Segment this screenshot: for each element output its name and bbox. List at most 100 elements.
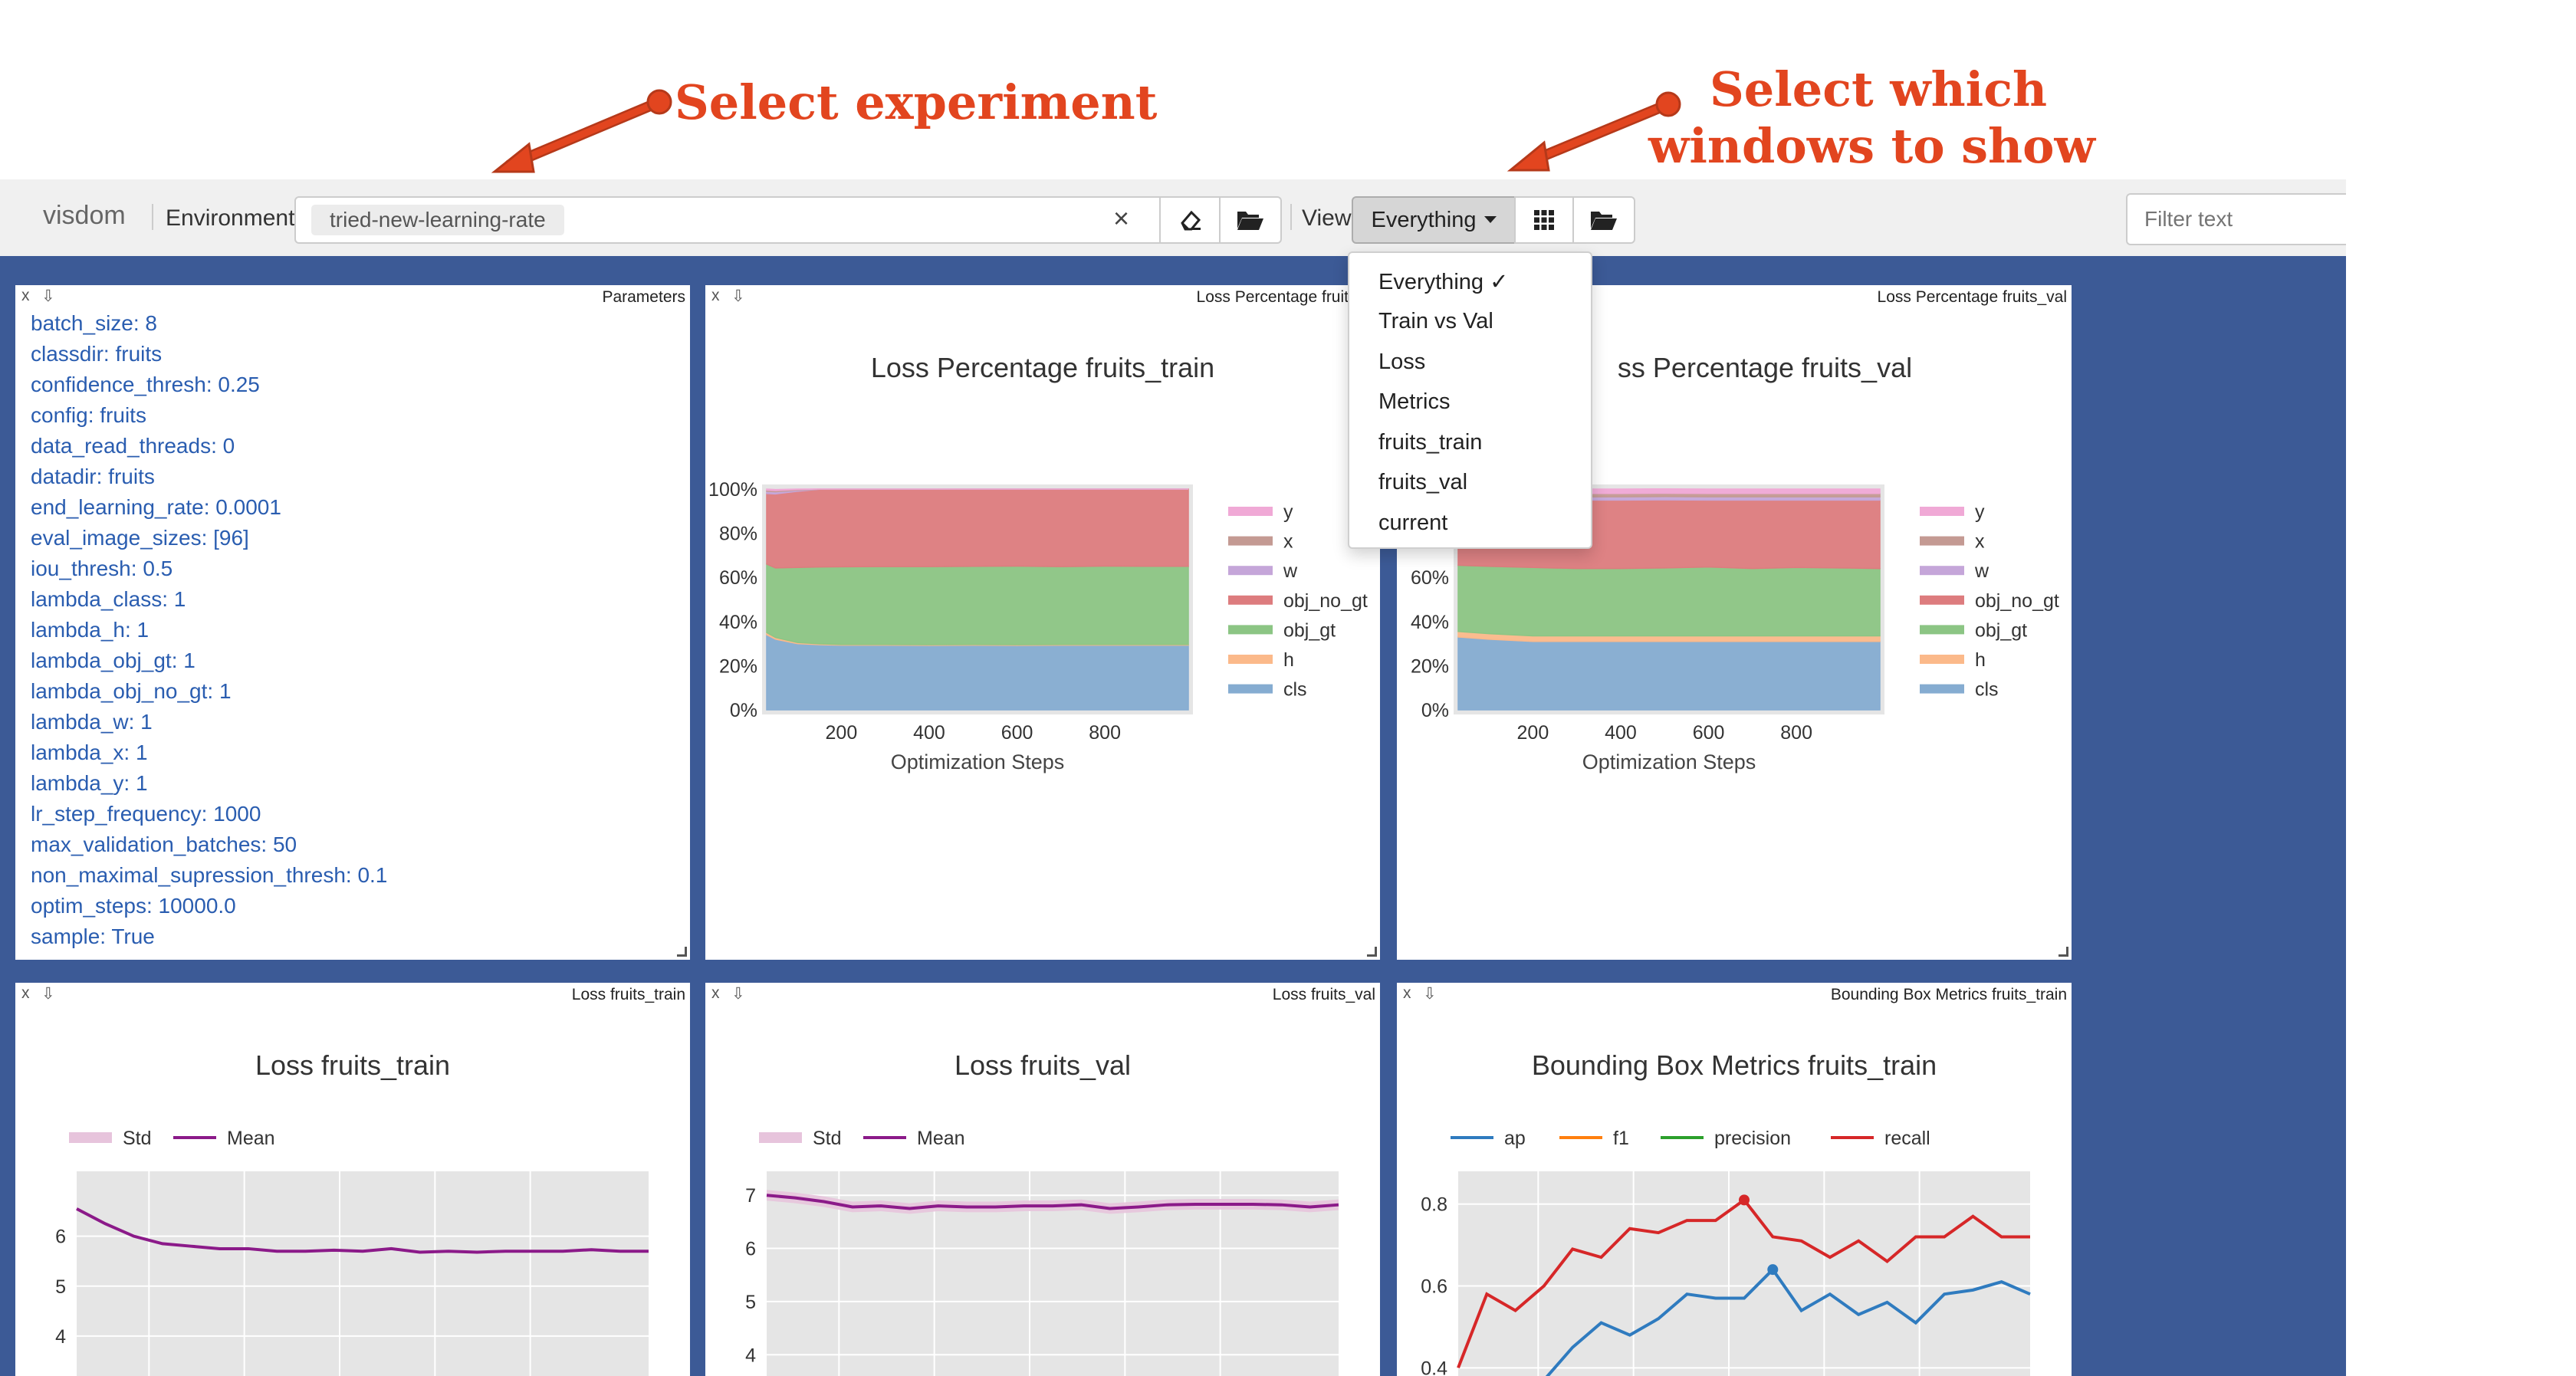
legend-label-cls: cls	[1975, 679, 1999, 701]
bbox-metrics-train-chart[interactable]: Bounding Box Metrics fruits_train 0.4 0.6 0…	[1397, 983, 2072, 1376]
param-line: batch_size: 8	[31, 311, 157, 335]
legend-swatch-w	[1228, 566, 1273, 576]
loss-percentage-train-pane[interactable]: x ⇩ Loss Percentage fruits_tr Loss Perce…	[705, 285, 1380, 960]
resize-handle[interactable]	[2058, 947, 2068, 957]
view-dropdown-menu: Everything ✓ Train vs Val Loss Metrics f…	[1348, 251, 1592, 549]
view-option-fruits-train[interactable]: fruits_train	[1378, 430, 1482, 455]
y-tick-label: 5	[745, 1292, 756, 1313]
chart-title: Loss Percentage fruits_train	[871, 352, 1214, 383]
y-tick-label: 7	[745, 1185, 756, 1207]
chart-title: Loss fruits_train	[255, 1049, 450, 1081]
legend-label-x: x	[1283, 531, 1293, 553]
area-cls	[766, 633, 1189, 711]
param-line: lambda_y: 1	[31, 771, 148, 795]
legend-label-h: h	[1975, 649, 1986, 671]
view-option-fruits-val[interactable]: fruits_val	[1378, 470, 1467, 495]
caret-down-icon	[1484, 216, 1497, 223]
area-obj_gt	[766, 563, 1189, 645]
legend-swatch-y	[1920, 507, 1964, 516]
area-obj_gt	[1457, 564, 1881, 637]
loss-train-chart[interactable]: Loss fruits_train 4 5 6 Std Mean	[15, 983, 690, 1376]
param-line: lambda_obj_gt: 1	[31, 649, 196, 672]
y-tick-label: 6	[55, 1227, 66, 1248]
param-line: lambda_obj_no_gt: 1	[31, 679, 232, 703]
environment-select[interactable]: tried-new-learning-rate	[294, 196, 1161, 244]
param-line: lambda_w: 1	[31, 710, 153, 734]
download-pane-button[interactable]: ⇩	[41, 287, 55, 306]
legend-swatch-obj_no_gt	[1920, 595, 1964, 605]
loss-val-chart[interactable]: Loss fruits_val 4 5 6 7 Std Mean	[705, 983, 1380, 1376]
area-obj_no_gt	[766, 488, 1189, 569]
view-select-button[interactable]: Everything	[1352, 196, 1516, 244]
legend-label-std: Std	[123, 1128, 152, 1149]
param-line: optim_steps: 10000.0	[31, 894, 236, 918]
x-tick-label: 800	[1780, 722, 1812, 744]
y-tick-label: 0%	[730, 700, 757, 721]
legend-label-cls: cls	[1283, 679, 1307, 701]
y-tick-label: 4	[55, 1326, 66, 1348]
chart-title: Bounding Box Metrics fruits_train	[1532, 1049, 1937, 1081]
legend-label-obj_no_gt: obj_no_gt	[1283, 590, 1368, 612]
y-tick-label: 0.8	[1421, 1194, 1447, 1216]
manage-environments-button[interactable]	[1219, 196, 1282, 244]
legend-swatch-x	[1920, 536, 1964, 546]
parameters-pane[interactable]: x ⇩ Parameters batch_size: 8 classdir: f…	[15, 285, 690, 960]
legend-label-precision: precision	[1714, 1128, 1791, 1149]
legend-label-obj_gt: obj_gt	[1283, 619, 1336, 641]
legend-label-h: h	[1283, 649, 1294, 671]
close-pane-button[interactable]: x	[21, 287, 30, 305]
legend-swatch-y	[1228, 507, 1273, 516]
pane-title: Parameters	[602, 288, 685, 306]
y-tick-label: 40%	[719, 612, 757, 633]
x-tick-label: 600	[1001, 722, 1033, 744]
loss-percentage-train-chart[interactable]: Loss Percentage fruits_train 0% 20% 40% 60% 8…	[705, 285, 1380, 960]
view-option-train-vs-val[interactable]: Train vs Val	[1378, 309, 1493, 334]
view-selected-label: Everything	[1371, 207, 1477, 232]
point-ap	[1767, 1264, 1779, 1276]
y-tick-label: 100%	[708, 479, 757, 501]
x-tick-label: 400	[913, 722, 945, 744]
y-tick-label: 0.4	[1421, 1358, 1447, 1376]
content-area: x ⇩ Parameters batch_size: 8 classdir: f…	[0, 256, 2346, 1376]
chart-title: ss Percentage fruits_val	[1618, 352, 1912, 383]
view-option-everything[interactable]: Everything ✓	[1378, 268, 1508, 295]
y-tick-label: 20%	[719, 655, 757, 677]
y-tick-label: 20%	[1411, 655, 1449, 677]
param-line: lambda_h: 1	[31, 618, 150, 642]
resize-handle[interactable]	[1367, 947, 1377, 957]
x-tick-label: 800	[1089, 722, 1121, 744]
x-axis-label: Optimization Steps	[891, 750, 1065, 773]
legend-label-std: Std	[813, 1128, 842, 1149]
x-tick-label: 600	[1693, 722, 1725, 744]
param-line: lambda_x: 1	[31, 741, 148, 764]
environment-clear-button[interactable]: ×	[1113, 202, 1129, 235]
grid-icon	[1534, 210, 1554, 230]
legend-label-mean: Mean	[227, 1128, 275, 1149]
loss-train-pane[interactable]: x ⇩ Loss fruits_train Loss fruits_train 4…	[15, 983, 690, 1376]
plot-background	[77, 1171, 649, 1376]
param-line: lambda_class: 1	[31, 587, 186, 611]
filter-text-input[interactable]	[2126, 193, 2346, 245]
legend-label-x: x	[1975, 531, 1985, 553]
legend-swatch-std	[69, 1132, 112, 1143]
resize-handle[interactable]	[677, 947, 687, 957]
view-option-metrics[interactable]: Metrics	[1378, 389, 1450, 415]
view-option-current[interactable]: current	[1378, 511, 1447, 536]
legend-label-w: w	[1283, 560, 1298, 582]
param-line: eval_image_sizes: [96]	[31, 526, 249, 550]
bbox-metrics-train-pane[interactable]: x ⇩ Bounding Box Metrics fruits_train Bo…	[1397, 983, 2072, 1376]
clear-environment-button[interactable]	[1159, 196, 1221, 244]
loss-val-pane[interactable]: x ⇩ Loss fruits_val Loss fruits_val 4 5 6 7 S…	[705, 983, 1380, 1376]
param-line: sample: True	[31, 924, 155, 948]
y-tick-label: 4	[745, 1345, 756, 1366]
manage-views-button[interactable]	[1572, 196, 1635, 244]
layout-grid-button[interactable]	[1514, 196, 1574, 244]
param-line: lr_step_frequency: 1000	[31, 802, 261, 826]
legend-label-mean: Mean	[917, 1128, 965, 1149]
x-tick-label: 200	[826, 722, 858, 744]
pane-header: x ⇩ Parameters	[15, 285, 690, 308]
view-option-loss[interactable]: Loss	[1378, 350, 1425, 375]
app-name: visdom	[43, 201, 126, 230]
environment-tag[interactable]: tried-new-learning-rate	[311, 205, 564, 235]
param-line: end_learning_rate: 0.0001	[31, 495, 281, 519]
